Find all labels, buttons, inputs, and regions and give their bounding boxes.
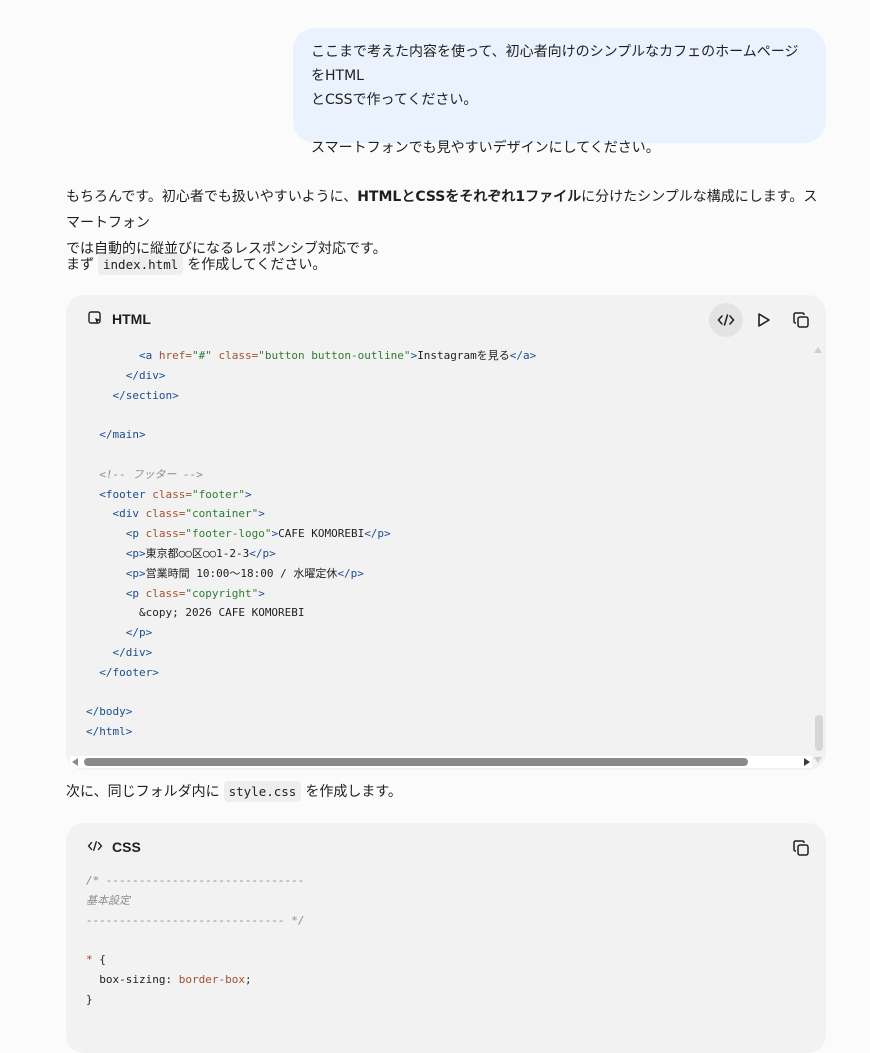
step1-prefix: まず xyxy=(66,257,94,273)
step1-suffix: を作成してください。 xyxy=(187,257,327,273)
code-file-icon xyxy=(86,309,104,327)
assistant-step2: 次に、同じフォルダ内に style.css を作成します。 xyxy=(66,779,826,805)
step2-suffix: を作成します。 xyxy=(305,784,402,800)
copy-button[interactable] xyxy=(784,831,818,865)
user-message-text: ここまで考えた内容を使って、初心者向けのシンプルなカフェのホームページをHTML… xyxy=(311,40,808,112)
user-message-bubble: ここまで考えた内容を使って、初心者向けのシンプルなカフェのホームページをHTML… xyxy=(293,28,826,156)
code-view-button[interactable] xyxy=(709,303,743,337)
horizontal-scrollbar-thumb[interactable] xyxy=(84,758,748,766)
code-block-header: CSS xyxy=(66,823,826,871)
horizontal-scrollbar[interactable] xyxy=(70,756,812,768)
code-block-title: CSS xyxy=(112,839,141,855)
css-code-block: CSS /* ------------------------------ 基本… xyxy=(66,823,826,1053)
step2-prefix: 次に、同じフォルダ内に xyxy=(66,784,220,800)
play-icon xyxy=(758,313,770,327)
code-icon xyxy=(86,837,104,855)
inline-code-style-css: style.css xyxy=(223,781,302,802)
scroll-left-arrow[interactable] xyxy=(72,758,78,766)
copy-icon xyxy=(793,312,809,328)
intro-text-bold: HTMLとCSSをそれぞれ1ファイル xyxy=(357,189,582,205)
scroll-down-arrow[interactable] xyxy=(814,757,822,763)
run-button[interactable] xyxy=(747,303,781,337)
copy-button[interactable] xyxy=(784,303,818,337)
user-message-line1: ここまで考えた内容を使って、初心者向けのシンプルなカフェのホームページをHTML xyxy=(311,44,799,84)
intro-text-a: もちろんです。初心者でも扱いやすいように、 xyxy=(66,189,358,205)
assistant-step1: まず index.html を作成してください。 xyxy=(66,252,826,278)
scroll-right-arrow[interactable] xyxy=(804,758,810,766)
inline-code-index-html: index.html xyxy=(98,254,184,275)
scroll-up-arrow[interactable] xyxy=(814,347,822,353)
code-view-icon xyxy=(717,314,735,326)
code-block-header: HTML xyxy=(66,295,826,343)
copy-icon xyxy=(793,840,809,856)
css-code-content: /* ------------------------------ 基本設定 -… xyxy=(86,874,305,1006)
assistant-intro: もちろんです。初心者でも扱いやすいように、HTMLとCSSをそれぞれ1ファイルに… xyxy=(66,184,826,262)
html-code-content: <a href="#" class="button button-outline… xyxy=(86,349,537,739)
user-message-line3: スマートフォンでも見やすいデザインにしてください。 xyxy=(311,140,660,156)
vertical-scrollbar-thumb[interactable] xyxy=(815,715,823,751)
code-block-title: HTML xyxy=(112,311,151,327)
html-code-block: HTML <a href="#" class="button button-ou… xyxy=(66,295,826,770)
user-message-line2: とCSSで作ってください。 xyxy=(311,92,478,108)
